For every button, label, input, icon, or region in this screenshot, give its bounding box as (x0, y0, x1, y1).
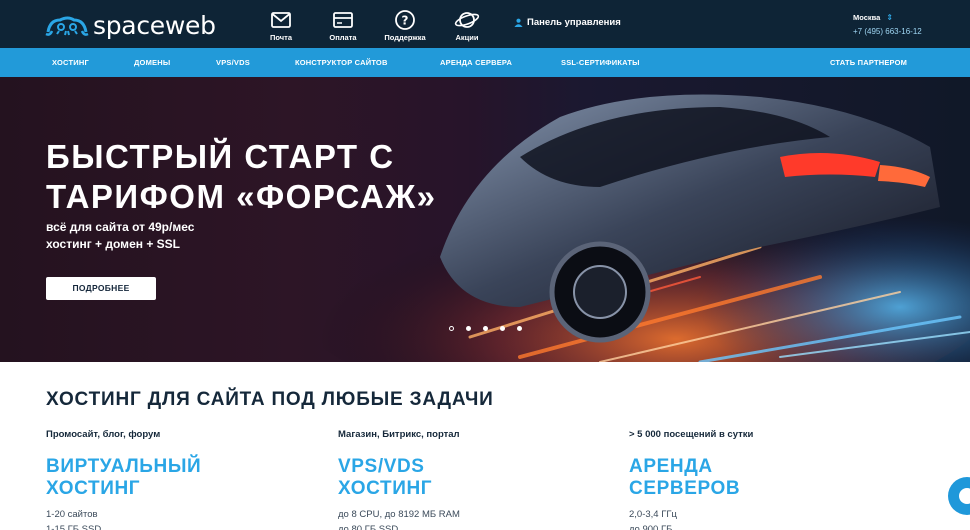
hero-price-line: всё для сайта от 49р/мес (46, 220, 195, 234)
plan-specs: 2,0-3,4 ГГц до 900 ГБ (629, 507, 889, 530)
nav-ssl[interactable]: SSL-СЕРТИФИКАТЫ (561, 48, 640, 77)
help-icon: ? (395, 10, 415, 30)
city-selector[interactable]: Москва ⇕ (853, 13, 893, 22)
city-label: Москва (853, 13, 881, 22)
logo[interactable]: spaceweb (44, 11, 216, 40)
plan-name-link[interactable]: ВИРТУАЛЬНЫЙ ХОСТИНГ (46, 456, 226, 500)
plan-spec: до 80 ГБ SSD (338, 524, 399, 530)
hero-banner: БЫСТРЫЙ СТАРТ С ТАРИФОМ «ФОРСАЖ» всё для… (0, 77, 970, 362)
slider-dot-5[interactable] (517, 326, 522, 331)
mail-icon (271, 12, 291, 28)
chat-widget-button[interactable] (948, 477, 970, 515)
plan-specs: 1-20 сайтов 1-15 ГБ SSD (46, 507, 306, 530)
slider-dot-4[interactable] (500, 326, 505, 331)
slider-dot-1[interactable] (449, 326, 454, 331)
plan-spec: 1-15 ГБ SSD (46, 524, 102, 530)
hero-bundle-line: хостинг + домен + SSL (46, 237, 180, 251)
top-links: Почта Оплата ? Поддержка Акции (250, 9, 498, 42)
nav-domains[interactable]: ДОМЕНЫ (134, 48, 170, 77)
mail-link-label: Почта (270, 33, 292, 42)
slider-dot-3[interactable] (483, 326, 488, 331)
brand-name: spaceweb (93, 11, 216, 40)
plan-specs: до 8 CPU, до 8192 МБ RAM до 80 ГБ SSD (338, 507, 598, 530)
plan-tag: Промосайт, блог, форум (46, 429, 161, 440)
phone-number[interactable]: +7 (495) 663-16-12 (853, 27, 922, 36)
promo-link[interactable]: Акции (436, 9, 498, 42)
control-panel-link[interactable]: Панель управления (514, 17, 621, 28)
support-link[interactable]: ? Поддержка (374, 9, 436, 42)
slider-dots (449, 326, 534, 331)
hero-title: БЫСТРЫЙ СТАРТ С ТАРИФОМ «ФОРСАЖ» (46, 138, 437, 215)
hero-more-button[interactable]: ПОДРОБНЕЕ (46, 277, 156, 300)
nav-vps[interactable]: VPS/VDS (216, 48, 250, 77)
plan-card-virtual-hosting: Промосайт, блог, форум ВИРТУАЛЬНЫЙ ХОСТИ… (46, 429, 306, 530)
mail-link[interactable]: Почта (250, 9, 312, 42)
nav-site-builder[interactable]: КОНСТРУКТОР САЙТОВ (295, 48, 388, 77)
plan-card-vps: Магазин, Битрикс, портал VPS/VDS ХОСТИНГ… (338, 429, 598, 530)
logo-octopus-icon (45, 16, 89, 36)
plan-tag: Магазин, Битрикс, портал (338, 429, 460, 440)
support-link-label: Поддержка (384, 33, 426, 42)
nav-hosting[interactable]: ХОСТИНГ (52, 48, 89, 77)
card-icon (333, 12, 353, 28)
promo-link-label: Акции (455, 33, 479, 42)
plan-spec: до 900 ГБ (629, 524, 673, 530)
section-title: ХОСТИНГ ДЛЯ САЙТА ПОД ЛЮБЫЕ ЗАДАЧИ (46, 389, 494, 410)
plan-card-servers: > 5 000 посещений в сутки АРЕНДА СЕРВЕРО… (629, 429, 889, 530)
svg-text:?: ? (402, 14, 409, 28)
plan-tag: > 5 000 посещений в сутки (629, 429, 754, 440)
hero-subtitle: всё для сайта от 49р/мес хостинг + домен… (46, 219, 194, 253)
payment-link[interactable]: Оплата (312, 9, 374, 42)
plan-name-link[interactable]: VPS/VDS ХОСТИНГ (338, 456, 458, 500)
plan-spec: 1-20 сайтов (46, 509, 98, 520)
planet-icon (454, 12, 480, 28)
updown-arrows-icon: ⇕ (886, 13, 894, 22)
plan-name-link[interactable]: АРЕНДА СЕРВЕРОВ (629, 456, 749, 500)
payment-link-label: Оплата (329, 33, 357, 42)
nav-partner[interactable]: СТАТЬ ПАРТНЕРОМ (830, 48, 907, 77)
plan-spec: 2,0-3,4 ГГц (629, 509, 677, 520)
user-icon (514, 18, 523, 27)
main-nav: ХОСТИНГ ДОМЕНЫ VPS/VDS КОНСТРУКТОР САЙТО… (0, 48, 970, 77)
nav-server-rent[interactable]: АРЕНДА СЕРВЕРА (440, 48, 512, 77)
plan-spec: до 8 CPU, до 8192 МБ RAM (338, 509, 460, 520)
top-header: spaceweb Почта Оплата ? Поддержка Акции … (0, 0, 970, 48)
control-panel-label: Панель управления (527, 17, 621, 28)
slider-dot-2[interactable] (466, 326, 471, 331)
